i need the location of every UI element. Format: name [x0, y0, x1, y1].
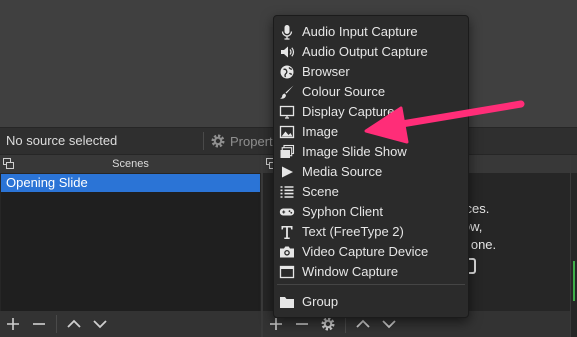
- menu-item-syphon-client[interactable]: Syphon Client: [274, 202, 468, 222]
- menu-item-group[interactable]: Group: [274, 292, 468, 312]
- remove-scene-button[interactable]: [26, 311, 52, 337]
- toolbar-separator: [203, 132, 204, 150]
- move-scene-down-button[interactable]: [87, 311, 113, 337]
- menu-item-label: Syphon Client: [302, 204, 383, 219]
- scenes-toolbar: [0, 311, 261, 337]
- menu-item-label: Scene: [302, 184, 339, 199]
- menu-item-label: Text (FreeType 2): [302, 224, 404, 239]
- scenes-dock-title: Scenes: [0, 155, 261, 173]
- toolbar-separator: [56, 315, 57, 333]
- properties-label: Propert: [230, 133, 273, 149]
- window-icon: [279, 265, 295, 279]
- menu-item-label: Display Capture: [302, 104, 395, 119]
- menu-item-colour-source[interactable]: Colour Source: [274, 82, 468, 102]
- speaker-icon: [281, 46, 295, 58]
- menu-item-scene[interactable]: Scene: [274, 182, 468, 202]
- play-icon: [282, 166, 293, 178]
- plus-icon: [7, 318, 19, 330]
- chevron-down-icon: [382, 320, 396, 329]
- minus-icon: [33, 323, 45, 325]
- scenes-dock: Scenes Opening Slide: [0, 155, 261, 337]
- mixer-dock-title: [571, 155, 577, 173]
- add-scene-button[interactable]: [0, 311, 26, 337]
- globe-icon: [280, 65, 294, 79]
- text-icon: [281, 226, 293, 239]
- menu-item-image-slide-show[interactable]: Image Slide Show: [274, 142, 468, 162]
- menu-item-label: Window Capture: [302, 264, 399, 279]
- menu-item-label: Video Capture Device: [302, 244, 429, 259]
- properties-button[interactable]: Propert: [210, 131, 273, 151]
- menu-item-label: Audio Input Capture: [302, 24, 418, 39]
- gear-icon: [321, 317, 335, 331]
- menu-divider: [277, 284, 465, 285]
- list-icon: [280, 186, 294, 198]
- paintbrush-icon: [280, 85, 294, 99]
- gear-icon: [211, 134, 225, 148]
- camera-icon: [280, 246, 294, 258]
- gamepad-icon: [279, 208, 295, 216]
- menu-item-label: Media Source: [302, 164, 383, 179]
- chevron-up-icon: [356, 319, 370, 328]
- menu-item-label: Colour Source: [302, 84, 386, 99]
- microphone-icon: [281, 25, 293, 40]
- scenes-title: Scenes: [112, 158, 149, 170]
- monitor-icon: [279, 105, 295, 119]
- list-item[interactable]: Opening Slide: [1, 174, 260, 192]
- folder-icon: [280, 297, 294, 308]
- menu-item-display-capture[interactable]: Display Capture: [274, 102, 468, 122]
- menu-item-image[interactable]: Image: [274, 122, 468, 142]
- menu-item-audio-input-capture[interactable]: Audio Input Capture: [274, 22, 468, 42]
- chevron-down-icon: [93, 320, 107, 329]
- menu-item-media-source[interactable]: Media Source: [274, 162, 468, 182]
- menu-item-label: Browser: [302, 64, 350, 79]
- image-icon: [279, 125, 295, 139]
- slideshow-icon: [280, 144, 295, 158]
- menu-item-browser[interactable]: Browser: [274, 62, 468, 82]
- menu-item-text-freetype-2[interactable]: Text (FreeType 2): [274, 222, 468, 242]
- menu-item-label: Audio Output Capture: [302, 44, 428, 59]
- add-source-menu: Audio Input Capture Audio Output Capture…: [273, 15, 469, 318]
- meter-indicator: [573, 261, 575, 301]
- scenes-list[interactable]: Opening Slide: [1, 174, 260, 311]
- no-source-label: No source selected: [6, 133, 118, 148]
- audio-mixer-dock-edge: [571, 155, 577, 337]
- menu-item-audio-output-capture[interactable]: Audio Output Capture: [274, 42, 468, 62]
- menu-item-video-capture-device[interactable]: Video Capture Device: [274, 242, 468, 262]
- menu-item-window-capture[interactable]: Window Capture: [274, 262, 468, 282]
- minus-icon: [296, 323, 308, 325]
- chevron-up-icon: [67, 319, 81, 328]
- move-scene-up-button[interactable]: [61, 311, 87, 337]
- menu-item-label: Image Slide Show: [302, 144, 407, 159]
- menu-item-label: Image: [302, 124, 339, 139]
- menu-item-label: Group: [302, 294, 339, 309]
- plus-icon: [270, 318, 282, 330]
